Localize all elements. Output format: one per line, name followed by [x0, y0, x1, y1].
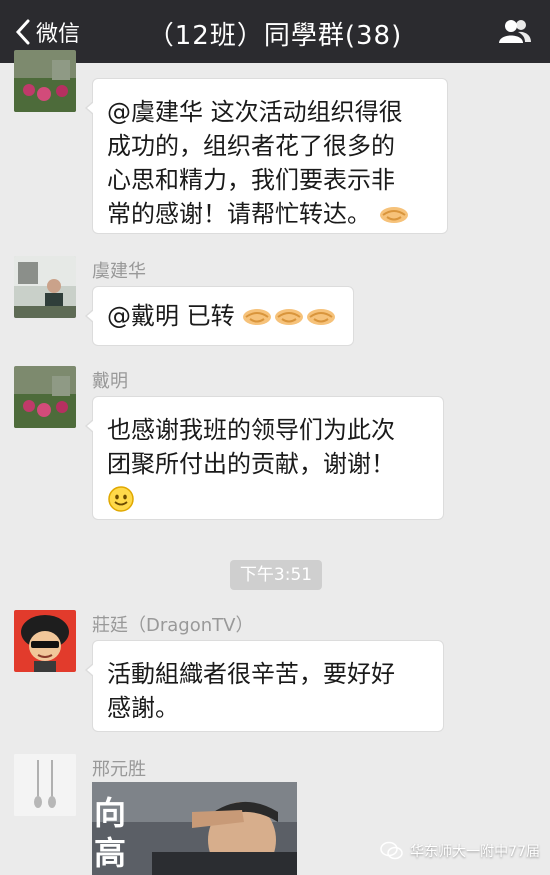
message-text-line: 成功的，组织者花了很多的 — [107, 132, 395, 160]
avatar[interactable] — [14, 256, 76, 318]
avatar[interactable] — [14, 754, 76, 816]
message-text: @戴明 已转 — [107, 302, 235, 330]
message-text-line: 心思和精力，我们要表示非 — [107, 166, 395, 194]
wechat-logo-icon — [380, 841, 403, 860]
message-bubble[interactable]: @虞建华 这次活动组织得很 成功的，组织者花了很多的 心思和精力，我们要表示非 … — [85, 78, 448, 234]
message-bubble[interactable]: 活動組織者很辛苦，要好好 感謝。 — [85, 640, 444, 732]
message-text-line: 团聚所付出的贡献，谢谢！ — [107, 450, 395, 478]
chat-title: （12班）同學群(38) — [147, 21, 403, 51]
avatar[interactable] — [14, 50, 76, 112]
image-caption-line: 高 — [94, 834, 127, 872]
sender-name: 戴明 — [92, 371, 128, 392]
sender-name: 邢元胜 — [92, 759, 146, 780]
group-icon — [499, 20, 531, 43]
handshake-emoji-icon — [275, 309, 304, 325]
smile-emoji-icon — [108, 486, 134, 512]
watermark: 华东师大一附中77届 — [380, 841, 540, 861]
message-bubble[interactable]: 也感谢我班的领导们为此次 团聚所付出的贡献，谢谢！ — [85, 396, 444, 520]
avatar[interactable] — [14, 610, 76, 672]
message-text-line: 也感谢我班的领导们为此次 — [107, 416, 395, 444]
sender-name: 虞建华 — [92, 261, 146, 282]
navigation-bar: 微信 （12班）同學群(38) — [0, 0, 550, 63]
handshake-emoji-icon — [379, 207, 408, 223]
message-text-line: @虞建华 这次活动组织得很 — [107, 98, 403, 126]
avatar[interactable] — [14, 366, 76, 428]
group-members-button[interactable] — [498, 18, 532, 48]
handshake-emoji-icon — [307, 309, 336, 325]
message-bubble[interactable]: @戴明 已转 — [85, 286, 354, 346]
image-message[interactable]: 向 高 — [92, 782, 297, 875]
message-text-line: 感謝。 — [107, 694, 179, 722]
sender-name: 莊廷（DragonTV） — [92, 615, 254, 636]
handshake-emoji-icon — [243, 309, 272, 325]
message-text-line: 常的感谢！请帮忙转达。 — [107, 200, 371, 228]
message-text-line: 活動組織者很辛苦，要好好 — [107, 660, 395, 688]
time-divider: 下午3:51 — [230, 560, 322, 590]
watermark-text: 华东师大一附中77届 — [410, 844, 540, 860]
